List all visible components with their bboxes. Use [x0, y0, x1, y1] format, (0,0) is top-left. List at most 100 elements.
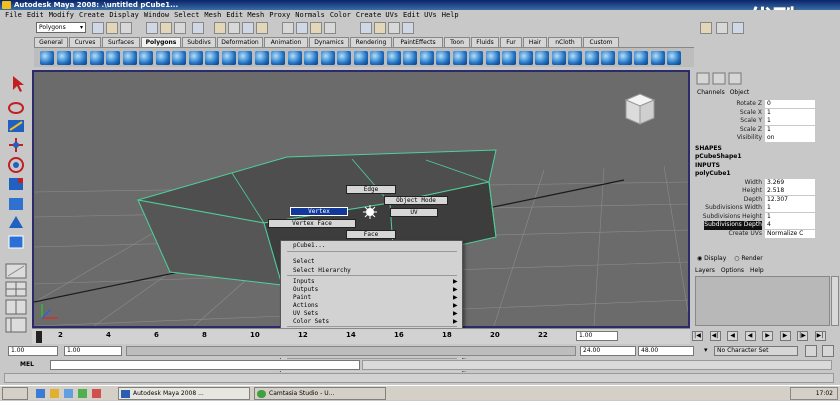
spherical-map-icon[interactable]	[634, 51, 648, 65]
split-polygon-icon[interactable]	[353, 51, 368, 65]
cylindrical-map-icon[interactable]	[617, 51, 632, 65]
select-hierarchy-icon[interactable]	[146, 22, 158, 34]
shelf-tab-surfaces[interactable]: Surfaces	[102, 37, 140, 47]
combine-icon[interactable]	[238, 51, 252, 65]
input-node-name[interactable]: polyCube1	[695, 170, 731, 178]
channel-box-icon[interactable]	[728, 72, 742, 85]
menu-select[interactable]: Select	[174, 11, 199, 19]
select-object-icon[interactable]	[160, 22, 172, 34]
channel-value[interactable]: 1	[765, 108, 815, 117]
menu-modify[interactable]: Modify	[49, 11, 74, 19]
tool-settings-icon[interactable]	[712, 72, 726, 85]
playback-start-field[interactable]: 1.00	[64, 346, 122, 356]
context-menu-item[interactable]: Outputs	[293, 286, 318, 294]
channel-row[interactable]: Depth 12.307	[693, 195, 840, 205]
mel-command-input[interactable]	[50, 360, 360, 370]
context-menu-item[interactable]: UV Sets	[293, 310, 318, 318]
shelf-tab-hair[interactable]: Hair	[523, 37, 547, 47]
reduce-icon[interactable]	[551, 51, 566, 65]
shelf-tab-fur[interactable]: Fur	[500, 37, 522, 47]
shelf-tab-curves[interactable]: Curves	[69, 37, 101, 47]
collapse-icon[interactable]	[436, 51, 450, 65]
desktop-icon[interactable]	[64, 389, 73, 398]
range-slider[interactable]	[126, 346, 576, 356]
context-menu-item[interactable]: Inputs	[293, 278, 315, 286]
layer-list[interactable]	[695, 276, 830, 326]
snap-curve-icon[interactable]	[228, 22, 240, 34]
menu-display[interactable]: Display	[109, 11, 139, 19]
menu-edit-mesh[interactable]: Edit Mesh	[226, 11, 264, 19]
menu-color[interactable]: Color	[330, 11, 351, 19]
channel-value[interactable]: 1	[765, 125, 815, 134]
channel-row[interactable]: Subdivisions Depth 4	[693, 221, 840, 230]
four-view-icon[interactable]	[5, 281, 27, 297]
shelf-tab-polygons[interactable]: Polygons	[141, 37, 181, 47]
last-tool-icon[interactable]	[8, 235, 24, 249]
show-attr-editor-icon[interactable]	[716, 22, 728, 34]
merge-icon[interactable]	[419, 51, 434, 65]
menu-edit-uvs[interactable]: Edit UVs	[403, 11, 437, 19]
boolean-icon[interactable]	[287, 51, 302, 65]
channel-value[interactable]: 4	[765, 221, 815, 229]
input-ops-icon[interactable]	[296, 22, 308, 34]
channel-value[interactable]: 1	[765, 212, 815, 221]
step-back-key-icon[interactable]: ◀|	[709, 331, 721, 341]
play-backward-icon[interactable]: ◀	[744, 331, 756, 341]
playback-end-field[interactable]: 24.00	[580, 346, 636, 356]
marking-menu-vertex-face[interactable]: Vertex Face	[268, 219, 356, 228]
poly-pyramid-icon[interactable]	[155, 51, 170, 65]
single-perspective-icon[interactable]	[5, 263, 27, 279]
construction-history-icon[interactable]	[324, 22, 336, 34]
poly-prism-icon[interactable]	[139, 51, 153, 65]
channel-value[interactable]: 1	[765, 204, 815, 212]
render-settings-icon[interactable]	[388, 22, 400, 34]
layer-menu-help[interactable]: Help	[750, 267, 764, 274]
channel-value[interactable]: 1	[765, 117, 815, 125]
insert-edge-loop-icon[interactable]	[370, 51, 384, 65]
shelf-tab-custom[interactable]: Custom	[583, 37, 619, 47]
poly-plane-icon[interactable]	[106, 51, 120, 65]
shelf-tab-ncloth[interactable]: nCloth	[548, 37, 582, 47]
poly-cone-icon[interactable]	[89, 51, 104, 65]
save-scene-icon[interactable]	[120, 22, 132, 34]
go-to-start-icon[interactable]: |◀	[692, 331, 703, 341]
step-forward-key-icon[interactable]: |▶	[797, 331, 808, 341]
display-tab[interactable]: Display	[704, 255, 726, 262]
ipr-render-icon[interactable]	[374, 22, 386, 34]
hypershade-icon[interactable]	[402, 22, 414, 34]
move-tool-icon[interactable]	[9, 138, 23, 152]
menu-set-selector[interactable]: Polygons ▾	[36, 22, 86, 33]
menu-edit[interactable]: Edit	[27, 11, 44, 19]
menu-create-uvs[interactable]: Create UVs	[356, 11, 398, 19]
preferences-icon[interactable]	[822, 345, 834, 357]
view-cube-icon[interactable]	[624, 93, 656, 125]
start-button[interactable]	[2, 387, 28, 400]
wedge-icon[interactable]	[452, 51, 467, 65]
poly-platonic-icon[interactable]	[221, 51, 236, 65]
render-tab[interactable]: Render	[741, 255, 762, 262]
channel-row[interactable]: Scale Y1	[693, 117, 840, 126]
channel-row[interactable]: Rotate Z0	[693, 100, 840, 109]
lock-selection-icon[interactable]	[192, 22, 204, 34]
channel-value[interactable]: 12.307	[765, 195, 815, 204]
poly-helix-icon[interactable]	[188, 51, 203, 65]
marking-menu-edge[interactable]: Edge	[346, 185, 396, 194]
manipulator-icon[interactable]	[9, 198, 23, 210]
auto-key-icon[interactable]	[805, 345, 817, 357]
channel-row[interactable]: Create UVs Normalize C	[693, 229, 840, 239]
offset-edge-loop-icon[interactable]	[386, 51, 401, 65]
taskbar-task-camtasia[interactable]: Camtasia Studio - U...	[254, 387, 386, 400]
shelf-tab-general[interactable]: General	[34, 37, 68, 47]
outliner-layout-icon[interactable]	[5, 317, 27, 333]
marking-menu-face[interactable]: Face	[346, 230, 396, 239]
context-menu-item[interactable]: Actions	[293, 302, 318, 310]
step-forward-frame-icon[interactable]: ▶	[779, 331, 791, 341]
poly-pipe-icon[interactable]	[172, 51, 186, 65]
shelf-tab-subdivs[interactable]: Subdivs	[182, 37, 216, 47]
menu-mesh[interactable]: Mesh	[204, 11, 221, 19]
shelf-tab-fluids[interactable]: Fluids	[471, 37, 499, 47]
snap-grid-icon[interactable]	[214, 22, 226, 34]
marking-menu-uv[interactable]: UV	[390, 208, 438, 217]
paint-select-icon[interactable]	[8, 120, 24, 132]
menu-create[interactable]: Create	[79, 11, 104, 19]
